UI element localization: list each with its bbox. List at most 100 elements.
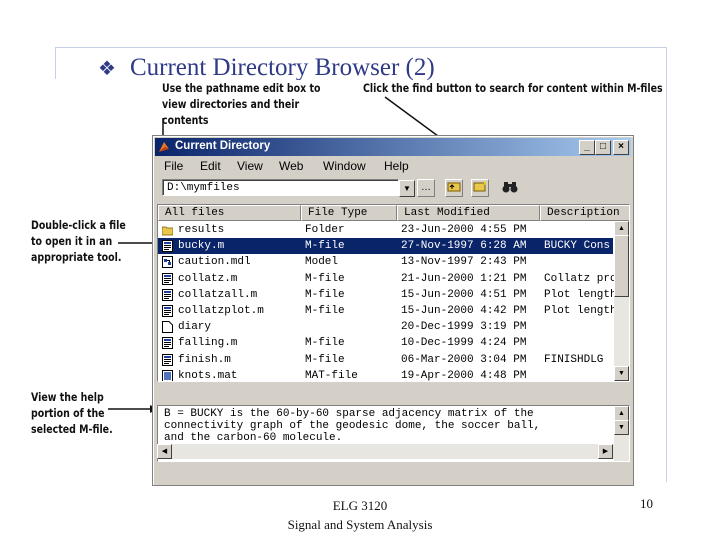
file-type: M-file — [305, 337, 345, 350]
file-name: caution.mdl — [178, 256, 251, 269]
scroll-left-icon[interactable]: ◀ — [157, 444, 172, 459]
column-header-type[interactable]: File Type — [301, 205, 397, 221]
file-name: bucky.m — [178, 240, 225, 253]
help-scroll-up-icon[interactable]: ▲ — [614, 406, 629, 421]
find-binoculars-icon[interactable] — [501, 179, 519, 197]
help-text: B = BUCKY is the 60-by-60 sparse adjacen… — [164, 408, 541, 444]
menu-web[interactable]: Web — [279, 159, 303, 173]
file-modified: 15-Jun-2000 4:51 PM — [401, 288, 527, 301]
scroll-down-icon[interactable]: ▼ — [614, 366, 629, 381]
file-modified: 13-Nov-1997 2:43 PM — [401, 256, 527, 269]
file-type: Model — [305, 256, 339, 269]
model-icon — [162, 256, 173, 269]
scroll-right-icon[interactable]: ▶ — [598, 444, 613, 459]
slide-title-text: Current Directory Browser (2) — [129, 54, 435, 80]
file-icon — [162, 321, 173, 334]
diamond-bullet-icon: ❖ — [98, 58, 116, 80]
file-name: falling.m — [178, 337, 238, 350]
file-row[interactable]: caution.mdl Model 13-Nov-1997 2:43 PM — [158, 254, 613, 270]
file-description: Plot length — [544, 288, 614, 301]
slide-footer: ELG 3120 Signal and System Analysis — [260, 496, 460, 534]
menu-file[interactable]: File — [164, 159, 183, 173]
column-header-description[interactable]: Description — [540, 205, 629, 221]
file-name: results — [178, 224, 225, 236]
slide-frame-right — [666, 47, 667, 482]
new-folder-icon[interactable] — [471, 179, 489, 197]
file-row[interactable]: collatz.m M-file 21-Jun-2000 1:21 PM Collat… — [158, 271, 614, 287]
file-type: M-file — [305, 305, 345, 317]
window-title: Current Directory — [175, 140, 271, 152]
file-description: Collatz pro — [544, 272, 614, 285]
course-code: ELG 3120 — [332, 498, 388, 513]
file-row[interactable]: diary 20-Dec-1999 3:19 PM — [158, 319, 613, 335]
file-modified: 27-Nov-1997 6:28 AM — [401, 240, 527, 253]
file-type: M-file — [305, 240, 345, 253]
course-name: Signal and System Analysis — [287, 517, 433, 532]
close-icon[interactable]: × — [613, 140, 629, 155]
file-row[interactable]: finish.m M-file 06-Mar-2000 3:04 PM FINISHD… — [158, 352, 613, 368]
menu-window[interactable]: Window — [323, 159, 366, 173]
mfile-icon — [162, 240, 173, 253]
maximize-icon[interactable]: □ — [595, 140, 611, 155]
file-modified: 15-Jun-2000 4:42 PM — [401, 305, 527, 317]
menu-edit[interactable]: Edit — [200, 159, 221, 173]
file-row[interactable]: bucky.m M-file 27-Nov-1997 6:28 AM BUCKY Co… — [158, 238, 613, 255]
help-scroll-down-icon[interactable]: ▼ — [614, 420, 629, 435]
matlab-logo-icon — [159, 142, 169, 152]
file-name: collatzall.m — [178, 288, 258, 301]
scroll-thumb[interactable] — [614, 235, 629, 297]
file-name: collatzplot.m — [178, 305, 264, 317]
file-type: MAT-file — [305, 369, 358, 382]
callout-find: Click the find button to search for cont… — [363, 81, 663, 95]
pane-splitter[interactable] — [157, 382, 628, 402]
up-folder-icon[interactable] — [445, 179, 463, 197]
file-modified: 23-Jun-2000 4:55 PM — [401, 224, 527, 236]
file-modified: 19-Apr-2000 4:48 PM — [401, 369, 527, 382]
column-header-modified[interactable]: Last Modified — [397, 205, 540, 221]
file-name: finish.m — [178, 353, 231, 366]
file-row[interactable]: falling.m M-file 10-Dec-1999 4:24 PM — [158, 335, 613, 351]
folder-icon — [161, 224, 174, 236]
callout-help: View the help portion of the selected M-… — [31, 390, 113, 436]
file-row[interactable]: results Folder 23-Jun-2000 4:55 PM — [158, 222, 613, 238]
browse-ellipsis-icon[interactable]: … — [417, 179, 435, 197]
column-header-name[interactable]: All files — [158, 205, 301, 221]
slide-frame-top — [55, 47, 667, 48]
file-type: M-file — [305, 353, 345, 366]
current-directory-window: Current Directory _ □ × File Edit View W… — [152, 135, 634, 486]
file-list: All files File Type Last Modified Descri… — [157, 204, 630, 382]
path-dropdown-arrow-icon[interactable]: ▼ — [399, 180, 415, 197]
file-description: BUCKY Cons — [544, 240, 611, 253]
scroll-up-icon[interactable]: ▲ — [614, 221, 629, 236]
callout-pathname: Use the pathname edit box to view direct… — [162, 81, 321, 127]
mfile-icon — [162, 305, 173, 317]
file-row[interactable]: collatzall.m M-file 15-Jun-2000 4:51 PM Plo… — [158, 287, 614, 303]
matfile-icon — [162, 369, 173, 381]
file-name: diary — [178, 321, 212, 334]
file-row[interactable]: collatzplot.m M-file 15-Jun-2000 4:42 PM Pl… — [158, 303, 614, 319]
file-modified: 10-Dec-1999 4:24 PM — [401, 337, 527, 350]
slide-frame-left — [55, 47, 56, 79]
callout-doubleclick: Double-click a file to open it in an app… — [31, 218, 126, 264]
menu-bar: File Edit View Web Window Help — [157, 158, 629, 176]
file-description: Plot length — [544, 305, 614, 317]
file-modified: 21-Jun-2000 1:21 PM — [401, 272, 527, 285]
window-titlebar[interactable]: Current Directory _ □ × — [155, 138, 631, 156]
mfile-icon — [162, 288, 173, 301]
file-row[interactable]: knots.mat MAT-file 19-Apr-2000 4:48 PM — [158, 368, 613, 382]
file-type: Folder — [305, 224, 345, 236]
file-type: M-file — [305, 272, 345, 285]
file-description: FINISHDLG — [544, 353, 604, 366]
file-list-scrollbar[interactable]: ▲ ▼ — [614, 221, 629, 381]
file-modified: 06-Mar-2000 3:04 PM — [401, 353, 527, 366]
menu-view[interactable]: View — [237, 159, 263, 173]
mfile-icon — [162, 353, 173, 366]
file-name: knots.mat — [178, 369, 238, 382]
menu-help[interactable]: Help — [384, 159, 409, 173]
mfile-icon — [162, 337, 173, 350]
file-modified: 20-Dec-1999 3:19 PM — [401, 321, 527, 334]
mfile-icon — [162, 272, 173, 285]
pathname-edit-box[interactable]: D:\mymfiles — [162, 179, 399, 196]
help-horizontal-scrollbar[interactable]: ◀ ▶ — [157, 444, 628, 459]
minimize-icon[interactable]: _ — [579, 140, 595, 155]
